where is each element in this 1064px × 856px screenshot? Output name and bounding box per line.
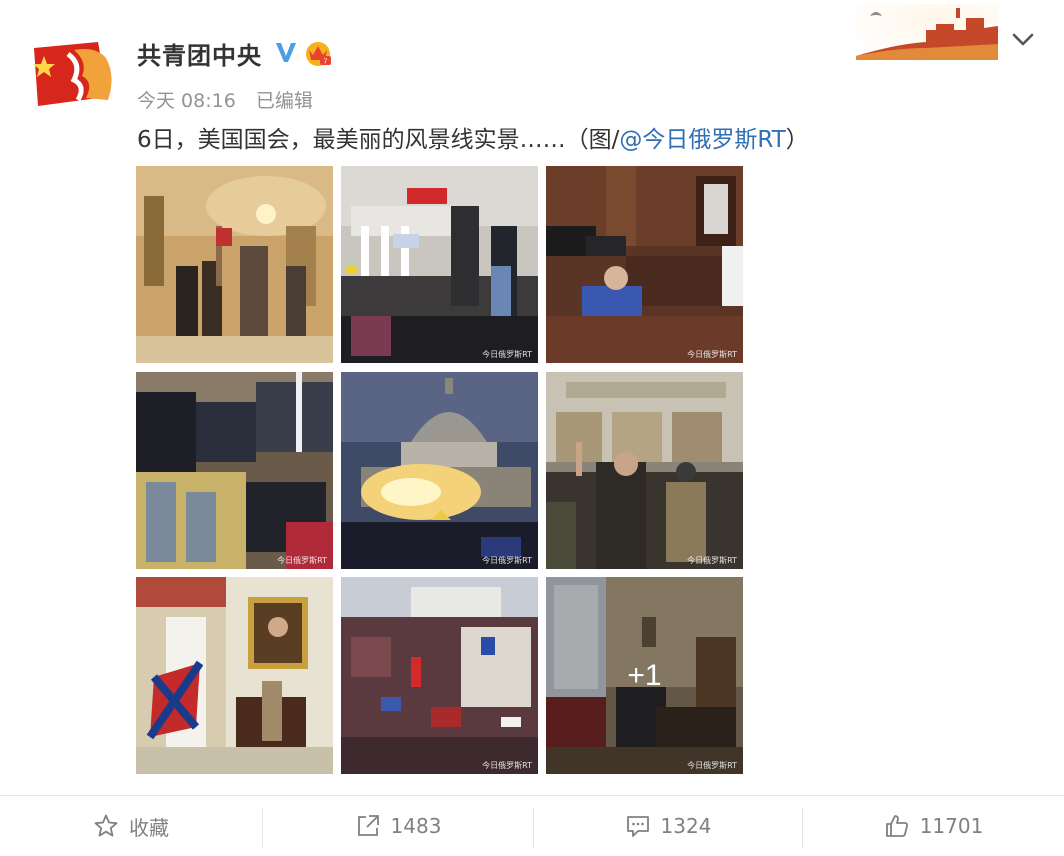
- photo-6[interactable]: 今日俄罗斯RT: [546, 372, 743, 569]
- mention-link[interactable]: @今日俄罗斯RT: [619, 127, 785, 153]
- great-wall-banner: [856, 4, 998, 60]
- post-time[interactable]: 今天 08:16: [137, 90, 236, 112]
- comment-button[interactable]: 1324: [534, 796, 802, 856]
- post-body: 6日，美国国会，最美丽的风景线实景……（图/: [137, 127, 620, 153]
- photo-8[interactable]: 今日俄罗斯RT: [341, 577, 538, 774]
- svg-text:7: 7: [324, 59, 328, 66]
- photo-2[interactable]: 今日俄罗斯RT: [341, 166, 538, 363]
- watermark: 今日俄罗斯RT: [687, 350, 737, 359]
- image-grid: 今日俄罗斯RT 今日俄罗斯RT 今日俄罗斯RT 今日俄罗斯RT 今日俄罗斯RT …: [136, 166, 744, 774]
- photo-5[interactable]: 今日俄罗斯RT: [341, 372, 538, 569]
- watermark: 今日俄罗斯RT: [687, 761, 737, 770]
- comment-icon: [626, 816, 649, 837]
- weibo-post-card: 共青团中央 7 今天 08:16 已编辑 6日，美国国会，最美丽的风景线实景………: [0, 0, 1064, 856]
- watermark: 今日俄罗斯RT: [482, 556, 532, 565]
- crown-icon[interactable]: 7: [302, 36, 334, 68]
- thumbs-up-icon: [885, 815, 908, 837]
- photo-1[interactable]: [136, 166, 333, 363]
- post-body-end: ）: [785, 127, 809, 153]
- like-button[interactable]: 11701: [803, 796, 1064, 856]
- post-meta: 今天 08:16 已编辑: [137, 86, 313, 113]
- photo-3[interactable]: 今日俄罗斯RT: [546, 166, 743, 363]
- chevron-down-icon[interactable]: [1010, 28, 1036, 50]
- verified-icon: [276, 43, 296, 62]
- repost-button[interactable]: 1483: [263, 796, 533, 856]
- photo-7[interactable]: [136, 577, 333, 774]
- post-text: 6日，美国国会，最美丽的风景线实景……（图/@今日俄罗斯RT）: [137, 120, 809, 154]
- repost-count: 1483: [390, 814, 442, 838]
- account-name[interactable]: 共青团中央: [137, 36, 262, 71]
- favorite-label: 收藏: [129, 815, 169, 840]
- comment-count: 1324: [660, 814, 712, 838]
- star-icon: [94, 814, 118, 837]
- like-count: 11701: [919, 814, 984, 838]
- watermark: 今日俄罗斯RT: [687, 556, 737, 565]
- watermark: 今日俄罗斯RT: [277, 556, 327, 565]
- account-avatar[interactable]: [28, 40, 114, 108]
- share-icon: [357, 815, 379, 836]
- more-photos-badge[interactable]: +1: [546, 577, 743, 774]
- favorite-button[interactable]: 收藏: [0, 796, 262, 856]
- edited-label[interactable]: 已编辑: [256, 90, 313, 112]
- watermark: 今日俄罗斯RT: [482, 350, 532, 359]
- photo-4[interactable]: 今日俄罗斯RT: [136, 372, 333, 569]
- watermark: 今日俄罗斯RT: [482, 761, 532, 770]
- photo-9[interactable]: +1 今日俄罗斯RT: [546, 577, 743, 774]
